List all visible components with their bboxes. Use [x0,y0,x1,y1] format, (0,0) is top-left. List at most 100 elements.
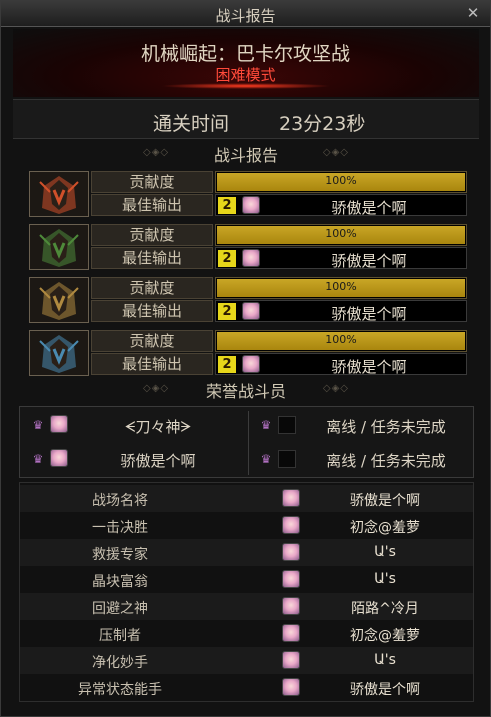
contribution-value: 100% [325,333,357,346]
award-title: 回避之神 [92,601,148,617]
award-player-name: 骄傲是个啊 [350,682,420,698]
best-output-row: 2 骄傲是个啊 [215,300,467,323]
honor-member-name: 离线 / 任务未完成 [326,418,446,436]
difficulty-label: 困难模式 [215,66,276,84]
contribution-value: 100% [325,174,357,187]
earth-mech-portrait [29,277,89,323]
best-output-label: 最佳输出 [91,247,213,269]
award-player-name: Ա's [374,544,396,560]
honor-members-panel: ♛ ᗕ刀々神ᗒ ♛ 离线 / 任务未完成 ♛ 骄傲是个啊 ♛ 离线 / 任务未完成 [19,406,474,478]
award-player-name: 骄傲是个啊 [350,493,420,509]
ice-mech-portrait [29,330,89,376]
character-block: 贡献度 最佳输出 100% 2 骄傲是个啊 [29,330,467,376]
contribution-value: 100% [325,227,357,240]
window-title: 战斗报告 [215,7,276,25]
award-player-name: 初念@羞萝 [350,628,420,644]
honor-divider [248,411,249,475]
crown-rank-icon: ♛ [32,452,44,466]
award-title: 一击决胜 [92,520,148,536]
contribution-bar: 100% [215,277,467,299]
player-avatar[interactable] [242,196,260,214]
close-button[interactable]: ✕ [464,4,482,22]
player-avatar[interactable] [282,543,300,561]
level-badge: 2 [218,250,236,267]
award-title: 战场名将 [92,493,148,509]
player-avatar[interactable] [282,651,300,669]
honor-heading-text: 荣誉战斗员 [205,382,286,401]
player-avatar[interactable] [242,355,260,373]
heading-ornament-left: ◇◈◇ [143,383,170,394]
award-row: 净化妙手 Ա's [20,647,473,674]
best-output-row: 2 骄傲是个啊 [215,247,467,270]
battle-report-window: 战斗报告 ✕ 机械崛起：巴卡尔攻坚战 困难模式 通关时间 23分23秒 ◇◈◇ … [0,0,491,717]
award-title: 净化妙手 [92,655,148,671]
honor-member[interactable]: ♛ ᗕ刀々神ᗒ [24,412,242,442]
honor-member[interactable]: ♛ 离线 / 任务未完成 [252,446,470,476]
heading-ornament-right: ◇◈◇ [322,383,349,394]
contribution-label: 贡献度 [91,171,213,193]
best-output-label: 最佳输出 [91,300,213,322]
award-player-name: 陌路^冷月 [351,601,419,617]
forest-mech-portrait [29,224,89,270]
player-avatar[interactable] [282,516,300,534]
award-player-name: Ա's [374,571,396,587]
contribution-label: 贡献度 [91,330,213,352]
crown-rank-icon: ♛ [32,418,44,432]
player-avatar [50,415,68,433]
award-row: 晶块富翁 Ա's [20,566,473,593]
level-badge: 2 [218,303,236,320]
player-avatar[interactable] [282,678,300,696]
honor-member-name: 骄傲是个啊 [120,452,196,470]
character-block: 贡献度 最佳输出 100% 2 骄傲是个啊 [29,277,467,323]
award-row: 一击决胜 初念@羞萝 [20,512,473,539]
best-output-label: 最佳输出 [91,353,213,375]
contribution-bar: 100% [215,224,467,246]
dungeon-name: 机械崛起：巴卡尔攻坚战 [140,43,350,65]
clear-time-row: 通关时间 23分23秒 [13,99,479,139]
difficulty-glow [161,83,331,89]
character-block: 贡献度 最佳输出 100% 2 骄傲是个啊 [29,224,467,270]
battle-report-heading: ◇◈◇ 战斗报告 ◇◈◇ [13,142,479,165]
player-avatar[interactable] [282,570,300,588]
best-output-label: 最佳输出 [91,194,213,216]
award-title: 救援专家 [92,547,148,563]
best-output-name: 骄傲是个啊 [331,358,407,376]
crown-rank-icon: ♛ [260,452,272,466]
honor-member[interactable]: ♛ 骄傲是个啊 [24,446,242,476]
award-player-name: 初念@羞萝 [350,520,420,536]
player-avatar[interactable] [242,249,260,267]
character-block: 贡献度 最佳输出 100% 2 骄傲是个啊 [29,171,467,217]
honor-member[interactable]: ♛ 离线 / 任务未完成 [252,412,470,442]
player-avatar [50,449,68,467]
level-badge: 2 [218,197,236,214]
player-avatar[interactable] [242,302,260,320]
battle-report-heading-text: 战斗报告 [213,146,278,165]
contribution-bar: 100% [215,330,467,352]
player-avatar[interactable] [282,624,300,642]
empty-avatar-slot [278,416,296,434]
heading-ornament-right: ◇◈◇ [322,147,349,158]
best-output-name: 骄傲是个啊 [331,252,407,270]
best-output-name: 骄傲是个啊 [331,305,407,323]
honor-member-name: ᗕ刀々神ᗒ [124,418,192,436]
clear-time-label: 通关时间 [153,113,230,135]
award-row: 战场名将 骄傲是个啊 [20,485,473,512]
level-badge: 2 [218,356,236,373]
player-avatar[interactable] [282,597,300,615]
award-player-name: Ա's [374,652,396,668]
title-bar[interactable]: 战斗报告 ✕ [1,1,490,27]
best-output-name: 骄傲是个啊 [331,199,407,217]
player-avatar[interactable] [282,489,300,507]
award-row: 异常状态能手 骄傲是个啊 [20,674,473,701]
crown-rank-icon: ♛ [260,418,272,432]
honor-member-name: 离线 / 任务未完成 [326,452,446,470]
award-title: 压制者 [99,628,141,644]
clear-time-value: 23分23秒 [279,113,366,135]
contribution-value: 100% [325,280,357,293]
heading-ornament-left: ◇◈◇ [143,147,170,158]
fire-mech-portrait [29,171,89,217]
award-title: 异常状态能手 [78,682,162,698]
best-output-row: 2 骄傲是个啊 [215,194,467,217]
honor-heading: ◇◈◇ 荣誉战斗员 ◇◈◇ [13,378,479,401]
award-title: 晶块富翁 [92,574,148,590]
